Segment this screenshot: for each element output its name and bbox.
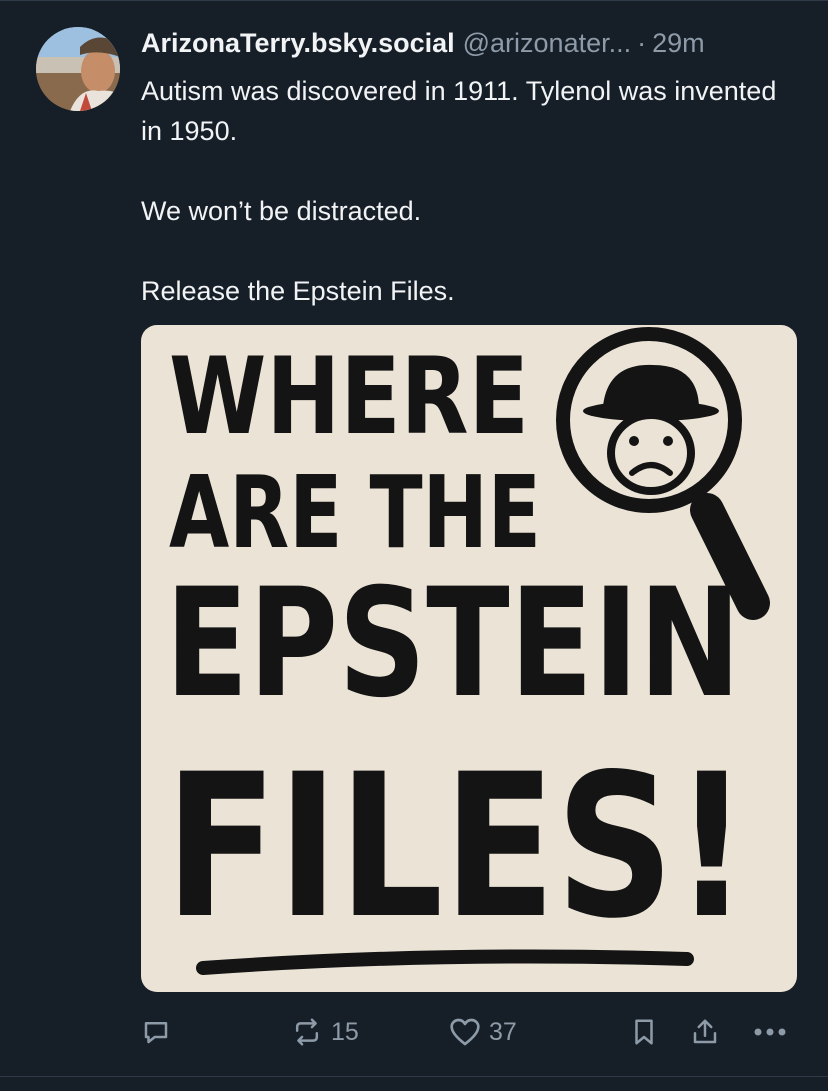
share-icon [693,1019,717,1044]
avatar[interactable] [36,27,120,111]
poster-line-2: ARE THE [169,454,541,571]
reply-icon [144,1022,168,1044]
bookmark-button[interactable] [631,1010,657,1054]
post-text-paragraph: Release the Epstein Files. [141,276,455,306]
poster-line-4: FILES! [165,731,749,962]
author-handle[interactable]: @arizonater... [463,28,632,59]
like-button[interactable]: 37 [449,1010,517,1054]
post-text-paragraph: Autism was discovered in 1911. Tylenol w… [141,76,777,146]
post-image[interactable]: WHERE ARE THE EPSTEIN FILES! [141,325,797,992]
poster-line-3: EPSTEIN [165,557,741,731]
more-icon [754,1028,786,1036]
post-actions: 15 37 [141,1010,801,1054]
poster-line-1: WHERE [169,335,529,458]
author-display-name[interactable]: ArizonaTerry.bsky.social [141,28,455,59]
post-header: ArizonaTerry.bsky.social @arizonater... … [141,28,798,64]
reply-button[interactable] [141,1010,171,1054]
more-button[interactable] [753,1010,787,1054]
bookmark-icon [635,1019,653,1045]
post-text-paragraph: We won’t be distracted. [141,196,422,226]
bottom-divider [0,1076,828,1077]
poster-underline [196,949,694,975]
like-count: 37 [489,1017,517,1046]
post-body: Autism was discovered in 1911. Tylenol w… [141,71,801,311]
post-timestamp[interactable]: 29m [652,28,705,59]
repost-count: 15 [331,1017,359,1046]
repost-button[interactable]: 15 [291,1010,359,1054]
repost-icon [295,1018,319,1046]
epstein-files-poster: WHERE ARE THE EPSTEIN FILES! [165,327,770,975]
heart-icon [450,1018,480,1046]
top-divider [0,0,828,1]
share-button[interactable] [691,1010,719,1054]
header-separator: · [637,28,647,58]
avatar-photo [36,27,120,111]
